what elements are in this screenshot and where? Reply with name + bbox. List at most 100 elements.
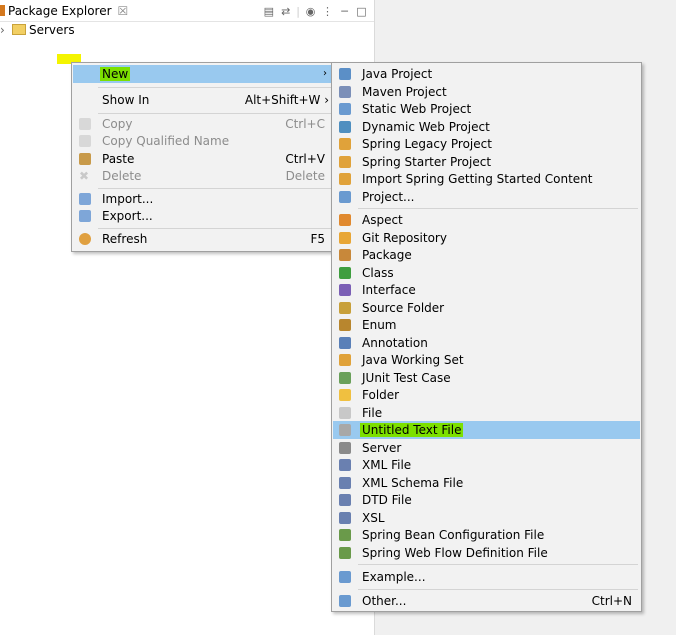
class-icon (339, 266, 351, 279)
submenu-item-class[interactable]: Class (333, 264, 640, 282)
close-view-icon[interactable]: ☒ (118, 4, 129, 18)
menu-item-copy[interactable]: Copy Ctrl+C (73, 115, 333, 133)
menu-item-import[interactable]: Import... (73, 190, 333, 208)
submenu-item-server[interactable]: Server (333, 439, 640, 457)
submenu-item-label: Spring Bean Configuration File (362, 528, 545, 542)
submenu-item-label: JUnit Test Case (362, 370, 451, 385)
submenu-item-dynamic-web-project[interactable]: Dynamic Web Project (333, 118, 640, 136)
other-icon (339, 595, 351, 607)
menu-separator (98, 113, 331, 114)
maximize-icon[interactable]: □ (355, 5, 368, 18)
menu-item-label: Paste (102, 152, 135, 166)
menu-item-paste[interactable]: Paste Ctrl+V (73, 150, 333, 168)
submenu-item-label-wrap: DTD File (362, 491, 412, 509)
submenu-item-static-web-project[interactable]: Static Web Project (333, 100, 640, 118)
submenu-item-package[interactable]: Package (333, 246, 640, 264)
submenu-item-label: File (362, 405, 383, 420)
submenu-item-label: Aspect (362, 213, 403, 227)
enum-icon (339, 319, 351, 331)
menu-item-copy-qualified-name[interactable]: Copy Qualified Name (73, 132, 333, 150)
view-menu-icon[interactable]: ⋮ (321, 5, 334, 18)
menu-item-show-in[interactable]: Show In Alt+Shift+W › (73, 91, 333, 109)
submenu-item-label-wrap: XML Schema File (362, 474, 463, 492)
submenu-item-interface[interactable]: Interface (333, 281, 640, 299)
view-toolbar: ▤ ⇄ | ◉ ⋮ ─ □ (262, 3, 368, 19)
submenu-item-label-wrap: Maven Project (362, 83, 447, 101)
submenu-item-xml-file[interactable]: XML File (333, 456, 640, 474)
submenu-item-file[interactable]: File (333, 404, 640, 422)
submenu-item-label-wrap: Annotation (362, 334, 428, 352)
submenu-item-label-wrap: Interface (362, 281, 416, 299)
menu-item-delete[interactable]: ✖ Delete Delete (73, 167, 333, 185)
project-icon (339, 190, 351, 203)
submenu-item-label-wrap: Aspect (362, 211, 403, 229)
submenu-item-label: XSL (362, 510, 385, 525)
submenu-item-label: Interface (362, 283, 416, 297)
submenu-item-project[interactable]: Project... (333, 188, 640, 206)
spring-legacy-project-icon (339, 138, 351, 150)
submenu-item-label-wrap: Static Web Project (362, 100, 471, 118)
submenu-item-label-wrap: Server (362, 439, 401, 457)
submenu-item-label-wrap: Example... (362, 568, 426, 586)
submenu-item-other[interactable]: Other... Ctrl+N (333, 592, 640, 610)
import-icon (79, 193, 91, 205)
focus-icon[interactable]: ◉ (304, 5, 317, 18)
dynamic-web-project-icon (339, 120, 351, 133)
submenu-item-java-working-set[interactable]: Java Working Set (333, 351, 640, 369)
git-repository-icon (339, 231, 351, 244)
menu-item-label: Import... (102, 192, 154, 206)
example-icon (339, 571, 351, 583)
menu-item-shortcut: Ctrl+C (285, 117, 325, 131)
menu-separator (98, 228, 331, 229)
submenu-item-label-wrap: Package (362, 246, 412, 264)
menu-item-refresh[interactable]: Refresh F5 (73, 230, 333, 248)
submenu-item-spring-starter-project[interactable]: Spring Starter Project (333, 153, 640, 171)
submenu-item-java-project[interactable]: Java Project (333, 65, 640, 83)
submenu-item-untitled-text-file[interactable]: Untitled Text File (333, 421, 640, 439)
submenu-item-xml-schema-file[interactable]: XML Schema File (333, 474, 640, 492)
context-menu: New › Show In Alt+Shift+W › Copy Ctrl+C … (71, 62, 335, 252)
submenu-item-junit-test-case[interactable]: JUnit Test Case (333, 369, 640, 387)
menu-item-new[interactable]: New › (73, 65, 333, 83)
submenu-item-folder[interactable]: Folder (333, 386, 640, 404)
submenu-item-aspect[interactable]: Aspect (333, 211, 640, 229)
submenu-item-shortcut: Ctrl+N (591, 594, 632, 608)
package-explorer-view-tab[interactable]: Package Explorer ☒ ▤ ⇄ | ◉ ⋮ ─ □ (0, 0, 374, 22)
view-title[interactable]: Package Explorer ☒ (0, 3, 128, 19)
interface-icon (339, 284, 351, 296)
java-project-icon (339, 68, 351, 80)
export-icon (79, 210, 91, 222)
submenu-item-annotation[interactable]: Annotation (333, 334, 640, 352)
menu-item-label: Export... (102, 209, 153, 223)
menu-item-label: Copy (102, 117, 133, 131)
link-with-editor-icon[interactable]: ⇄ (279, 5, 292, 18)
submenu-item-label-wrap: Dynamic Web Project (362, 118, 490, 136)
submenu-item-import-spring-getting-started-content[interactable]: Import Spring Getting Started Content (333, 170, 640, 188)
menu-item-export[interactable]: Export... (73, 207, 333, 225)
submenu-item-spring-bean-configuration-file[interactable]: Spring Bean Configuration File (333, 526, 640, 544)
submenu-item-dtd-file[interactable]: DTD File (333, 491, 640, 509)
submenu-item-maven-project[interactable]: Maven Project (333, 83, 640, 101)
submenu-item-label-wrap: Project... (362, 188, 415, 206)
submenu-separator (358, 564, 638, 565)
expand-arrow-icon[interactable]: › (0, 22, 10, 38)
submenu-item-label: Folder (362, 388, 400, 402)
minimize-icon[interactable]: ─ (338, 5, 351, 18)
collapse-all-icon[interactable]: ▤ (262, 5, 275, 18)
maven-project-icon (339, 85, 351, 98)
tree-item-servers[interactable]: › Servers (0, 22, 75, 38)
submenu-item-example[interactable]: Example... (333, 568, 640, 586)
submenu-item-enum[interactable]: Enum (333, 316, 640, 334)
submenu-item-spring-web-flow-definition-file[interactable]: Spring Web Flow Definition File (333, 544, 640, 562)
submenu-item-git-repository[interactable]: Git Repository (333, 229, 640, 247)
submenu-item-label-wrap: Java Project (362, 65, 432, 83)
menu-item-shortcut: Alt+Shift+W › (244, 93, 329, 107)
submenu-item-xsl[interactable]: XSL (333, 509, 640, 527)
submenu-item-label: Example... (362, 570, 426, 584)
xml-file-icon (339, 459, 351, 471)
submenu-item-spring-legacy-project[interactable]: Spring Legacy Project (333, 135, 640, 153)
submenu-item-source-folder[interactable]: Source Folder (333, 299, 640, 317)
spring-webflow-icon (339, 546, 351, 559)
submenu-item-label: Project... (362, 189, 415, 204)
submenu-item-label: Java Working Set (362, 353, 464, 367)
